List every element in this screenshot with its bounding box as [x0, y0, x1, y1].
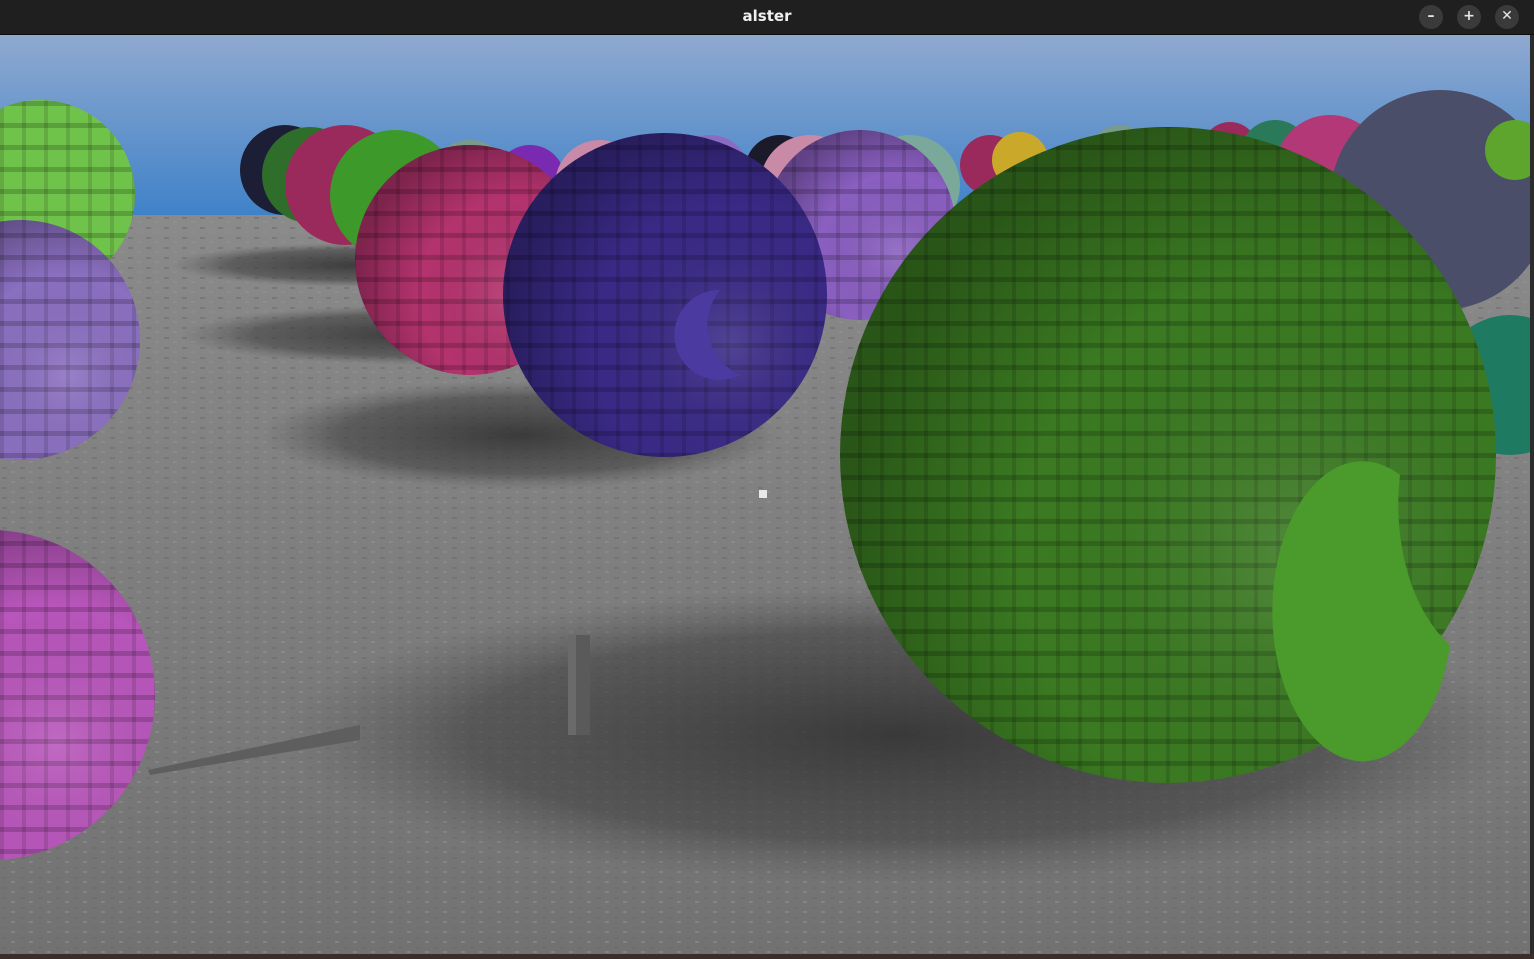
title-bar[interactable]: alster – + ✕	[0, 0, 1534, 35]
voxel-scene	[0, 35, 1530, 954]
large-green-sphere	[840, 127, 1496, 783]
game-viewport[interactable]	[0, 35, 1530, 954]
minimize-icon: –	[1427, 8, 1435, 24]
window-right-border	[1530, 35, 1534, 959]
maximize-icon: +	[1463, 8, 1475, 24]
window-bottom-border	[0, 954, 1534, 959]
window-title: alster	[742, 7, 792, 25]
close-button[interactable]: ✕	[1495, 5, 1519, 29]
app-window: alster – + ✕	[0, 0, 1534, 959]
maximize-button[interactable]: +	[1457, 5, 1481, 29]
minimize-button[interactable]: –	[1419, 5, 1443, 29]
crosshair	[759, 490, 767, 498]
close-icon: ✕	[1501, 8, 1513, 24]
